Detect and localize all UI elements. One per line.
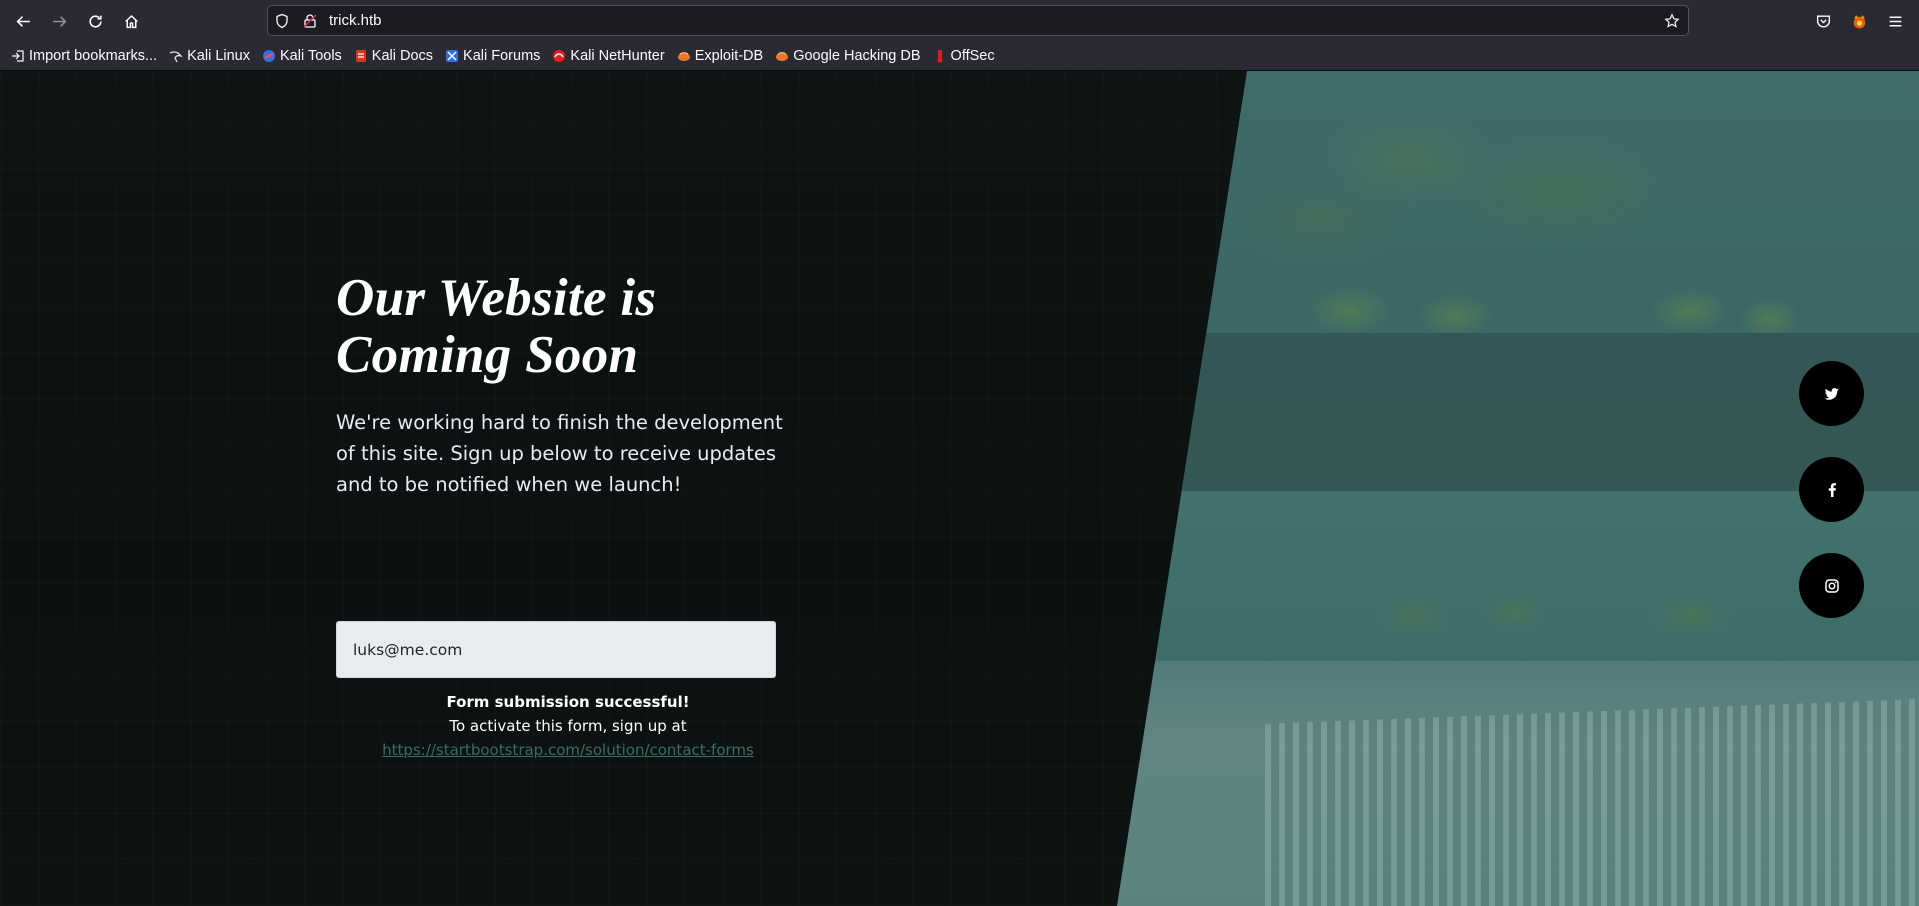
pocket-icon	[1816, 14, 1830, 27]
browser-toolbar: trick.htb	[0, 0, 1919, 41]
page-title-line1: Our Website is	[336, 269, 657, 327]
forward-arrow-icon	[52, 15, 66, 27]
forward-button[interactable]	[45, 7, 73, 35]
form-success-message: Form submission successful! To activate …	[336, 690, 800, 762]
bookmark-kali-forums[interactable]: Kali Forums	[445, 45, 540, 67]
facebook-button[interactable]	[1799, 457, 1864, 522]
success-text: To activate this form, sign up at	[449, 717, 687, 735]
background-building	[1265, 699, 1919, 906]
url-bar[interactable]: trick.htb	[267, 5, 1689, 36]
instagram-button[interactable]	[1799, 553, 1864, 618]
back-button[interactable]	[9, 7, 37, 35]
twitter-icon	[1824, 387, 1839, 400]
bookmark-import[interactable]: Import bookmarks...	[11, 45, 157, 67]
bookmark-star-icon[interactable]	[1663, 12, 1681, 30]
extension-button[interactable]	[1845, 7, 1873, 35]
kali-forums-icon	[445, 49, 459, 63]
insecure-lock-icon[interactable]	[301, 12, 319, 30]
kali-dragon-icon	[169, 49, 183, 63]
kali-tools-icon	[262, 49, 276, 63]
bookmark-kali-nethunter[interactable]: Kali NetHunter	[552, 45, 665, 67]
menu-button[interactable]	[1881, 7, 1909, 35]
home-icon	[124, 14, 138, 28]
back-arrow-icon	[16, 15, 30, 27]
exploit-db-icon	[677, 49, 691, 63]
bookmarks-toolbar: Import bookmarks... Kali Linux Kali Tool…	[0, 41, 1919, 71]
success-title: Form submission successful!	[446, 693, 690, 711]
bookmark-kali-tools[interactable]: Kali Tools	[262, 45, 342, 67]
kali-docs-icon	[354, 49, 368, 63]
email-input[interactable]	[336, 621, 776, 678]
bookmark-google-hacking-db[interactable]: Google Hacking DB	[775, 45, 921, 67]
contact-forms-link[interactable]: https://startbootstrap.com/solution/cont…	[382, 741, 754, 759]
pocket-button[interactable]	[1809, 7, 1837, 35]
twitter-button[interactable]	[1799, 361, 1864, 426]
reload-icon	[88, 14, 102, 28]
shield-icon[interactable]	[273, 12, 291, 30]
instagram-icon	[1824, 578, 1839, 593]
coming-soon-section: Our Website is Coming Soon We're working…	[336, 270, 816, 759]
hamburger-menu-icon	[1889, 16, 1901, 26]
reload-button[interactable]	[81, 7, 109, 35]
page-title: Our Website is Coming Soon	[336, 270, 816, 384]
bookmark-offsec[interactable]: OffSec	[933, 45, 995, 67]
bookmark-kali-linux[interactable]: Kali Linux	[169, 45, 250, 67]
home-button[interactable]	[117, 7, 145, 35]
page-viewport: Our Website is Coming Soon We're working…	[0, 71, 1919, 906]
offsec-icon	[933, 49, 947, 63]
page-subtext: We're working hard to finish the develop…	[336, 411, 783, 496]
url-text[interactable]: trick.htb	[329, 12, 382, 29]
facebook-icon	[1828, 482, 1836, 497]
import-icon	[11, 49, 25, 63]
page-title-line2: Coming Soon	[336, 326, 639, 384]
bookmark-exploit-db[interactable]: Exploit-DB	[677, 45, 763, 67]
bookmark-kali-docs[interactable]: Kali Docs	[354, 45, 433, 67]
ghdb-icon	[775, 49, 789, 63]
fox-extension-icon	[1853, 14, 1865, 28]
kali-nethunter-icon	[552, 49, 566, 63]
